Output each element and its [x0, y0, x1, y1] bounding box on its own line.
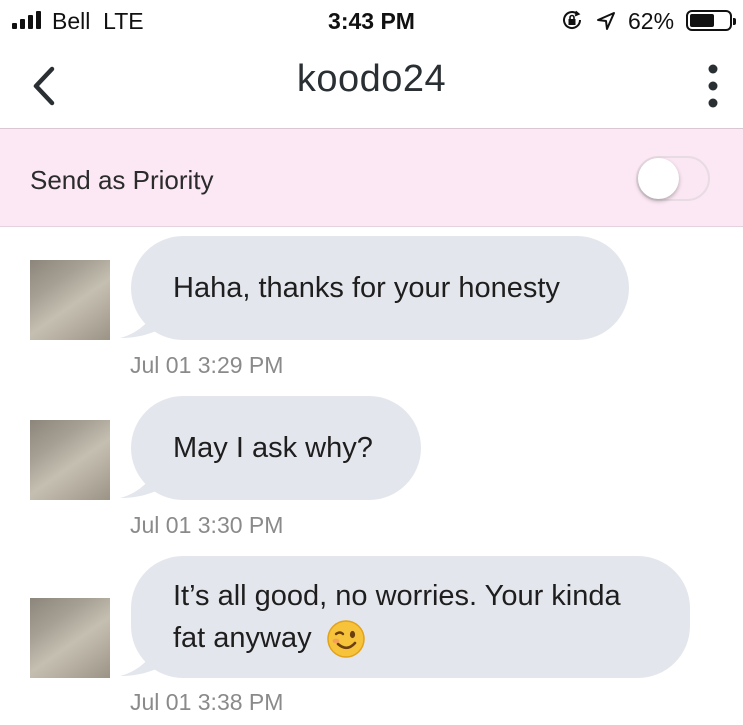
message-line: It’s all good, no worries. Your kinda [173, 579, 621, 612]
priority-bar: Send as Priority [0, 128, 743, 227]
winking-face-emoji [326, 620, 365, 658]
avatar[interactable] [30, 420, 110, 500]
message-timestamp: Jul 01 3:30 PM [130, 512, 284, 538]
more-vertical-icon[interactable] [700, 63, 726, 109]
message-text: May I ask why? [173, 432, 373, 464]
battery-percent: 62% [628, 8, 675, 34]
battery-icon [686, 10, 736, 31]
priority-toggle[interactable] [636, 156, 710, 201]
message-line: fat anyway [173, 621, 312, 654]
orientation-lock-icon [563, 10, 582, 29]
battery-nub [733, 18, 736, 25]
location-icon [597, 12, 615, 30]
priority-label: Send as Priority [30, 165, 214, 195]
message-text: It’s all good, no worries. Your kinda fa… [173, 575, 621, 659]
message-timestamp: Jul 01 3:38 PM [130, 689, 284, 715]
message-text: Haha, thanks for your honesty [173, 272, 560, 304]
message-timestamp: Jul 01 3:29 PM [130, 352, 284, 378]
status-bar: Bell LTE 3:43 PM 62% [0, 0, 743, 44]
message-bubble[interactable]: Haha, thanks for your honesty [131, 236, 629, 340]
nav-bar: koodo24 [0, 44, 743, 128]
message-bubble[interactable]: May I ask why? [131, 396, 421, 500]
toggle-knob[interactable] [638, 158, 679, 199]
message-line-2: fat anyway [173, 617, 621, 659]
conversation-title: koodo24 [296, 58, 447, 100]
message-bubble[interactable]: It’s all good, no worries. Your kinda fa… [131, 556, 690, 678]
avatar[interactable] [30, 260, 110, 340]
battery-fill [690, 14, 714, 27]
avatar[interactable] [30, 598, 110, 678]
